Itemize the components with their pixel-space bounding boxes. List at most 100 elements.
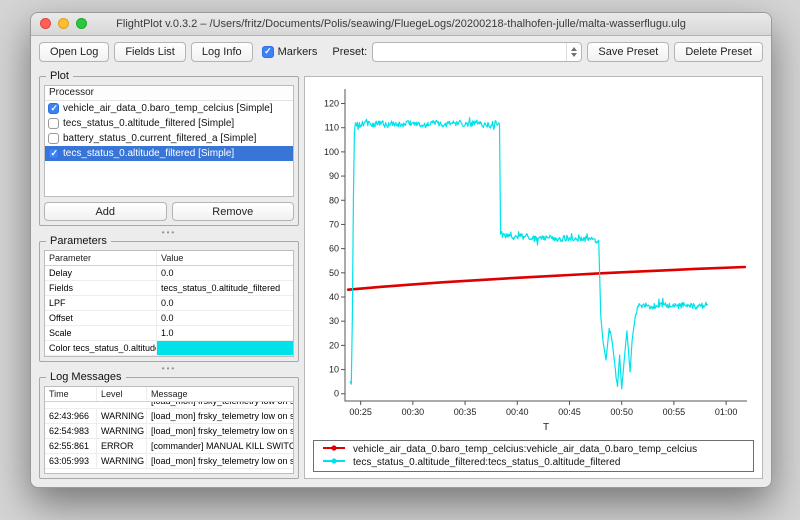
- parameter-column-header: Parameter: [45, 251, 157, 265]
- toolbar: Open Log Fields List Log Info Markers Pr…: [31, 36, 771, 68]
- log-level: WARNING: [97, 424, 147, 438]
- traffic-lights: [40, 18, 87, 29]
- parameter-value[interactable]: 0.0: [157, 311, 293, 325]
- legend-marker-icon: [322, 444, 346, 455]
- markers-label: Markers: [278, 46, 318, 58]
- log-level: WARNING: [97, 454, 147, 468]
- parameter-row[interactable]: Scale1.0: [45, 326, 293, 341]
- zoom-button[interactable]: [76, 18, 87, 29]
- delete-preset-button[interactable]: Delete Preset: [674, 42, 763, 62]
- parameters-table[interactable]: Parameter Value Delay0.0Fieldstecs_statu…: [44, 250, 294, 357]
- message-column-header: Message: [147, 387, 293, 401]
- log-time: 63:05:993: [45, 454, 97, 468]
- level-column-header: Level: [97, 387, 147, 401]
- svg-text:70: 70: [329, 219, 339, 229]
- titlebar[interactable]: FlightPlot v.0.3.2 – /Users/fritz/Docume…: [31, 13, 771, 36]
- log-messages-table[interactable]: Time Level Message [load_mon] frsky_tele…: [44, 386, 294, 474]
- log-message: [commander] MANUAL KILL SWITCH EN: [147, 439, 293, 453]
- legend-label: tecs_status_0.altitude_filtered:tecs_sta…: [353, 457, 620, 468]
- up-arrow-icon: [571, 47, 577, 51]
- parameter-row[interactable]: Color tecs_status_0.altitude_filt...: [45, 341, 293, 356]
- splitter-parameters-log[interactable]: [39, 362, 299, 371]
- parameter-row[interactable]: Delay0.0: [45, 266, 293, 281]
- plot-series-item[interactable]: tecs_status_0.altitude_filtered [Simple]: [45, 116, 293, 131]
- parameter-name: Color tecs_status_0.altitude_filt...: [45, 341, 157, 355]
- main-content: Plot Processor vehicle_air_data_0.baro_t…: [31, 68, 771, 487]
- log-time: 62:54:983: [45, 424, 97, 438]
- series-checkbox[interactable]: [48, 148, 59, 159]
- svg-text:60: 60: [329, 244, 339, 254]
- parameter-name: LPF: [45, 296, 157, 310]
- plot-list-header: Processor: [45, 86, 293, 101]
- log-messages-panel-title: Log Messages: [46, 371, 126, 383]
- remove-button[interactable]: Remove: [172, 202, 295, 221]
- svg-text:00:30: 00:30: [402, 407, 425, 417]
- series-checkbox[interactable]: [48, 103, 59, 114]
- svg-text:0: 0: [334, 389, 339, 399]
- log-info-button[interactable]: Log Info: [191, 42, 253, 62]
- svg-text:80: 80: [329, 195, 339, 205]
- markers-checkbox-wrap[interactable]: Markers: [262, 46, 318, 58]
- plot-series-item[interactable]: battery_status_0.current_filtered_a [Sim…: [45, 131, 293, 146]
- legend-item: tecs_status_0.altitude_filtered:tecs_sta…: [322, 457, 745, 468]
- open-log-button[interactable]: Open Log: [39, 42, 109, 62]
- splitter-plot-parameters[interactable]: [39, 226, 299, 235]
- log-message: [load_mon] frsky_telemetry low on sta: [147, 454, 293, 468]
- series-label: battery_status_0.current_filtered_a [Sim…: [63, 133, 256, 144]
- svg-text:30: 30: [329, 316, 339, 326]
- parameter-row[interactable]: LPF0.0: [45, 296, 293, 311]
- minimize-button[interactable]: [58, 18, 69, 29]
- svg-text:100: 100: [324, 147, 339, 157]
- plot-panel-title: Plot: [46, 70, 73, 82]
- parameter-value[interactable]: 0.0: [157, 266, 293, 280]
- log-message: [load_mon] frsky_telemetry low on sta: [147, 402, 293, 408]
- log-table-header: Time Level Message: [45, 387, 293, 402]
- series-checkbox[interactable]: [48, 118, 59, 129]
- chart-legend: vehicle_air_data_0.baro_temp_celcius:veh…: [313, 440, 754, 472]
- chart-panel: 010203040506070809010011012000:2500:3000…: [304, 76, 763, 479]
- markers-checkbox[interactable]: [262, 46, 274, 58]
- add-button[interactable]: Add: [44, 202, 167, 221]
- log-message-row[interactable]: 62:54:983WARNING[load_mon] frsky_telemet…: [45, 424, 293, 439]
- legend-item: vehicle_air_data_0.baro_temp_celcius:veh…: [322, 444, 745, 455]
- plot-series-item[interactable]: tecs_status_0.altitude_filtered [Simple]: [45, 146, 293, 161]
- parameter-row[interactable]: Fieldstecs_status_0.altitude_filtered: [45, 281, 293, 296]
- color-swatch[interactable]: [157, 341, 293, 355]
- left-column: Plot Processor vehicle_air_data_0.baro_t…: [39, 70, 299, 479]
- combo-stepper-icon[interactable]: [566, 43, 581, 61]
- log-level: WARNING: [97, 409, 147, 423]
- svg-text:00:25: 00:25: [349, 407, 372, 417]
- plot-series-item[interactable]: vehicle_air_data_0.baro_temp_celcius [Si…: [45, 101, 293, 116]
- parameter-row[interactable]: Offset0.0: [45, 311, 293, 326]
- log-message-row[interactable]: 62:43:966WARNING[load_mon] frsky_telemet…: [45, 409, 293, 424]
- log-message-row[interactable]: [load_mon] frsky_telemetry low on sta: [45, 402, 293, 409]
- parameter-name: Fields: [45, 281, 157, 295]
- flight-chart[interactable]: 010203040506070809010011012000:2500:3000…: [309, 81, 758, 438]
- plot-buttons: Add Remove: [44, 202, 294, 221]
- svg-text:00:40: 00:40: [506, 407, 529, 417]
- log-message-row[interactable]: 63:05:993WARNING[load_mon] frsky_telemet…: [45, 454, 293, 469]
- log-message-row[interactable]: 62:55:861ERROR[commander] MANUAL KILL SW…: [45, 439, 293, 454]
- series-label: tecs_status_0.altitude_filtered [Simple]: [63, 148, 234, 159]
- series-label: vehicle_air_data_0.baro_temp_celcius [Si…: [63, 103, 273, 114]
- parameter-value[interactable]: 1.0: [157, 326, 293, 340]
- svg-text:00:35: 00:35: [454, 407, 477, 417]
- log-messages-panel: Log Messages Time Level Message [load_mo…: [39, 377, 299, 479]
- fields-list-button[interactable]: Fields List: [114, 42, 186, 62]
- parameters-panel-title: Parameters: [46, 235, 111, 247]
- legend-marker-icon: [322, 457, 346, 468]
- parameter-value[interactable]: 0.0: [157, 296, 293, 310]
- close-button[interactable]: [40, 18, 51, 29]
- svg-text:90: 90: [329, 171, 339, 181]
- svg-text:110: 110: [325, 123, 339, 133]
- flightplot-window: FlightPlot v.0.3.2 – /Users/fritz/Docume…: [30, 12, 772, 488]
- preset-combobox[interactable]: [372, 42, 582, 62]
- parameter-value[interactable]: tecs_status_0.altitude_filtered: [157, 281, 293, 295]
- time-column-header: Time: [45, 387, 97, 401]
- log-time: 62:55:861: [45, 439, 97, 453]
- parameters-table-header: Parameter Value: [45, 251, 293, 266]
- series-checkbox[interactable]: [48, 133, 59, 144]
- save-preset-button[interactable]: Save Preset: [587, 42, 669, 62]
- chart-svg: 010203040506070809010011012000:2500:3000…: [309, 81, 757, 433]
- plot-series-list[interactable]: Processor vehicle_air_data_0.baro_temp_c…: [44, 85, 294, 197]
